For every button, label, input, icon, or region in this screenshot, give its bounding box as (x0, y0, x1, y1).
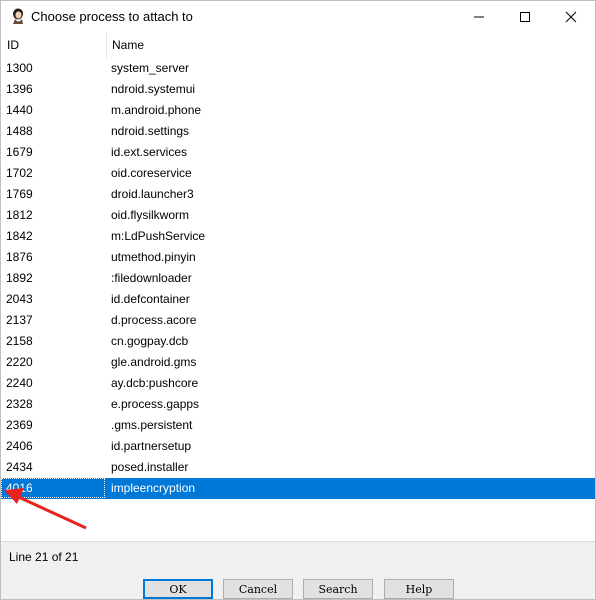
close-button[interactable] (548, 1, 594, 32)
process-name-cell: system_server (111, 61, 190, 75)
process-id-cell: 1679 (6, 145, 33, 159)
process-id-cell: 2369 (6, 418, 33, 432)
process-name-cell: oid.flysilkworm (111, 208, 190, 222)
process-name-cell: :filedownloader (111, 271, 192, 285)
process-id-cell: 1300 (6, 61, 33, 75)
status-line: Line 21 of 21 (9, 550, 79, 564)
table-row[interactable]: 1702 oid.coreservice (1, 163, 595, 184)
process-name-cell: d.process.acore (111, 313, 197, 327)
table-row[interactable]: 2434 posed.installer (1, 457, 595, 478)
attach-process-dialog: Choose process to attach to ID Name 1300… (0, 0, 596, 600)
process-name-cell: impleencryption (111, 481, 196, 495)
title-bar[interactable]: Choose process to attach to (1, 1, 595, 32)
process-id-cell: 2240 (6, 376, 33, 390)
table-row[interactable]: 1679 id.ext.services (1, 142, 595, 163)
process-name-cell: posed.installer (111, 460, 189, 474)
process-id-cell: 2406 (6, 439, 33, 453)
process-name-cell: id.defcontainer (111, 292, 190, 306)
process-id-cell: 4016 (6, 481, 33, 495)
process-id-cell: 2434 (6, 460, 33, 474)
table-row[interactable]: 1876 utmethod.pinyin (1, 247, 595, 268)
process-id-cell: 2220 (6, 355, 33, 369)
process-name-cell: droid.launcher3 (111, 187, 194, 201)
process-id-cell: 1488 (6, 124, 33, 138)
process-name-cell: m:LdPushService (111, 229, 206, 243)
table-row[interactable]: 1300 system_server (1, 58, 595, 79)
process-id-cell: 1842 (6, 229, 33, 243)
process-name-cell: e.process.gapps (111, 397, 200, 411)
process-id-cell: 2137 (6, 313, 33, 327)
maximize-icon (520, 11, 530, 22)
process-name-cell: ndroid.settings (111, 124, 190, 138)
process-id-cell: 1440 (6, 103, 33, 117)
table-row[interactable]: 4016 impleencryption (1, 478, 595, 499)
window-title: Choose process to attach to (31, 9, 193, 24)
process-name-cell: id.ext.services (111, 145, 188, 159)
process-id-cell: 1769 (6, 187, 33, 201)
process-name-cell: .gms.persistent (111, 418, 193, 432)
table-row[interactable]: 1812 oid.flysilkworm (1, 205, 595, 226)
column-header-id[interactable]: ID (7, 38, 19, 52)
ok-button[interactable]: OK (143, 579, 213, 599)
process-name-cell: id.partnersetup (111, 439, 192, 453)
table-row[interactable]: 1488 ndroid.settings (1, 121, 595, 142)
search-button[interactable]: Search (303, 579, 373, 599)
process-id-cell: 1892 (6, 271, 33, 285)
table-row[interactable]: 1396 ndroid.systemui (1, 79, 595, 100)
table-row[interactable]: 2328 e.process.gapps (1, 394, 595, 415)
column-divider[interactable] (106, 32, 107, 58)
table-row[interactable]: 2158 cn.gogpay.dcb (1, 331, 595, 352)
help-button[interactable]: Help (384, 579, 454, 599)
process-list[interactable]: ID Name 1300 system_server 1396 ndroid.syst… (1, 32, 595, 542)
process-id-cell: 1812 (6, 208, 33, 222)
process-name-cell: utmethod.pinyin (111, 250, 196, 264)
process-name-cell: m.android.phone (111, 103, 202, 117)
process-id-cell: 2328 (6, 397, 33, 411)
maximize-button[interactable] (502, 1, 548, 32)
list-header: ID Name (1, 32, 595, 58)
process-id-cell: 1702 (6, 166, 33, 180)
cancel-button[interactable]: Cancel (223, 579, 293, 599)
minimize-icon (474, 16, 484, 17)
process-name-cell: ay.dcb:pushcore (111, 376, 199, 390)
table-row[interactable]: 2406 id.partnersetup (1, 436, 595, 457)
process-id-cell: 2043 (6, 292, 33, 306)
table-row[interactable]: 1440 m.android.phone (1, 100, 595, 121)
table-row[interactable]: 2369 .gms.persistent (1, 415, 595, 436)
process-name-cell: gle.android.gms (111, 355, 197, 369)
process-id-cell: 1396 (6, 82, 33, 96)
process-name-cell: oid.coreservice (111, 166, 192, 180)
table-row[interactable]: 1842 m:LdPushService (1, 226, 595, 247)
process-id-cell: 2158 (6, 334, 33, 348)
app-avatar-icon (13, 8, 23, 24)
process-name-cell: cn.gogpay.dcb (111, 334, 189, 348)
column-header-name[interactable]: Name (112, 38, 144, 52)
table-row[interactable]: 1769 droid.launcher3 (1, 184, 595, 205)
table-row[interactable]: 1892 :filedownloader (1, 268, 595, 289)
process-rows: 1300 system_server 1396 ndroid.systemui 1440… (1, 58, 595, 499)
table-row[interactable]: 2043 id.defcontainer (1, 289, 595, 310)
process-id-cell: 1876 (6, 250, 33, 264)
minimize-button[interactable] (456, 1, 502, 32)
process-name-cell: ndroid.systemui (111, 82, 196, 96)
close-icon (565, 11, 577, 22)
table-row[interactable]: 2137 d.process.acore (1, 310, 595, 331)
table-row[interactable]: 2220 gle.android.gms (1, 352, 595, 373)
table-row[interactable]: 2240 ay.dcb:pushcore (1, 373, 595, 394)
